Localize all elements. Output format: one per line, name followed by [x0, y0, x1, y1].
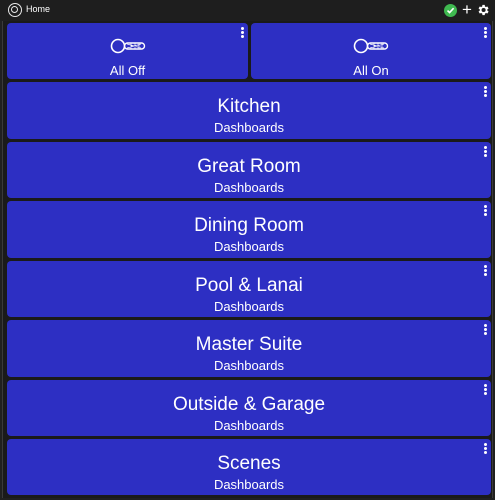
check-circle-icon[interactable]: [444, 4, 457, 17]
all-on-tile[interactable]: All On: [251, 23, 491, 79]
room-subtitle: Dashboards: [213, 239, 285, 254]
dashboard-grid: All Off All On Kitchen Dashboards Great …: [2, 21, 493, 498]
more-vert-icon[interactable]: [482, 265, 488, 277]
home-icon[interactable]: [8, 3, 22, 17]
room-subtitle: Dashboards: [213, 358, 285, 373]
room-subtitle: Dashboards: [213, 477, 285, 492]
room-tile-dining-room[interactable]: Dining Room Dashboards: [7, 201, 491, 258]
room-tile-kitchen[interactable]: Kitchen Dashboards: [7, 82, 491, 139]
all-off-label: All Off: [109, 63, 146, 78]
room-title: Outside & Garage: [172, 394, 326, 415]
room-title: Pool & Lanai: [195, 275, 303, 296]
room-title: Dining Room: [194, 215, 304, 236]
all-off-tile[interactable]: All Off: [7, 23, 248, 79]
room-tile-pool-lanai[interactable]: Pool & Lanai Dashboards: [7, 261, 491, 317]
room-tile-great-room[interactable]: Great Room Dashboards: [7, 142, 491, 198]
room-title: Great Room: [197, 156, 301, 177]
more-vert-icon[interactable]: [482, 146, 488, 158]
room-subtitle: Dashboards: [213, 180, 285, 195]
more-vert-icon[interactable]: [482, 205, 488, 217]
gear-icon[interactable]: [476, 3, 490, 17]
room-tile-scenes[interactable]: Scenes Dashboards: [7, 439, 491, 495]
more-vert-icon[interactable]: [239, 27, 245, 39]
toggle-switch-icon: [110, 38, 145, 54]
room-tile-master-suite[interactable]: Master Suite Dashboards: [7, 320, 491, 377]
more-vert-icon[interactable]: [482, 443, 488, 455]
all-on-label: All On: [353, 63, 389, 78]
room-title: Scenes: [217, 453, 281, 474]
room-subtitle: Dashboards: [213, 120, 285, 135]
top-bar: Home +: [0, 0, 495, 21]
room-title: Kitchen: [217, 96, 281, 117]
toggle-switch-icon: [353, 38, 389, 54]
plus-icon[interactable]: +: [460, 1, 474, 19]
room-subtitle: Dashboards: [213, 418, 285, 433]
more-vert-icon[interactable]: [482, 86, 488, 98]
page-title: Home: [26, 4, 51, 14]
room-subtitle: Dashboards: [213, 299, 285, 314]
more-vert-icon[interactable]: [482, 324, 488, 336]
room-title: Master Suite: [195, 334, 303, 355]
more-vert-icon[interactable]: [482, 384, 488, 396]
room-tile-outside-garage[interactable]: Outside & Garage Dashboards: [7, 380, 491, 436]
more-vert-icon[interactable]: [482, 27, 488, 39]
